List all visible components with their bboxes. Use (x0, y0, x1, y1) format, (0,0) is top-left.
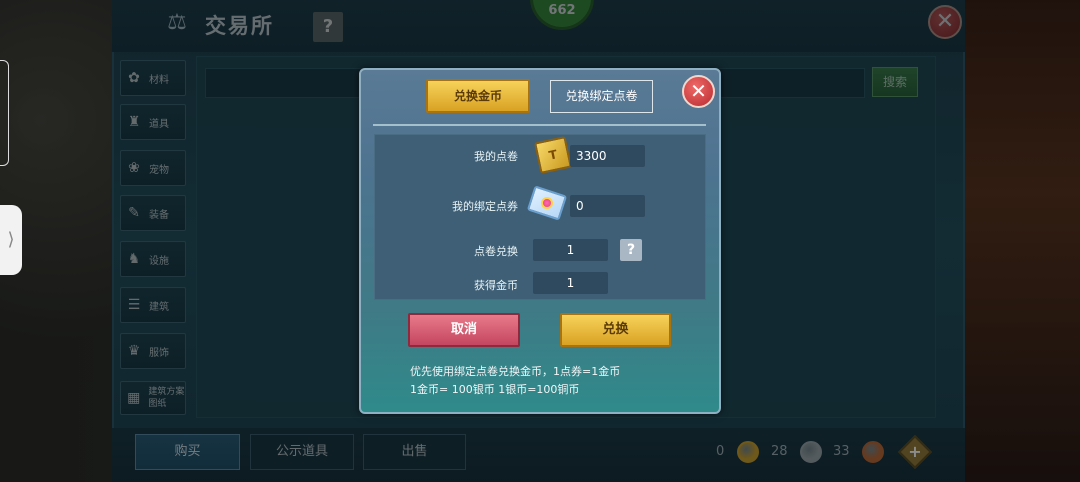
my-tickets-value: 3300 (570, 145, 645, 167)
tab-exchange-gold[interactable]: 兑换金币 (426, 79, 530, 113)
exchange-help-button[interactable]: ? (620, 239, 642, 261)
exchange-note-line1: 优先使用绑定点卷兑换金币，1点券=1金币 (410, 365, 621, 378)
close-dialog-button[interactable]: ✕ (682, 75, 715, 108)
exchange-amount-input[interactable]: 1 (533, 239, 608, 261)
bound-ticket-gem (541, 197, 553, 209)
my-tickets-label: 我的点卷 (474, 150, 518, 163)
edge-panel-handle[interactable]: ⟩ (0, 205, 22, 275)
edge-panel-outline (0, 60, 9, 166)
exchange-note-line2: 1金币= 100银币 1银币=100铜币 (410, 383, 580, 396)
cancel-button[interactable]: 取消 (408, 313, 520, 347)
exchange-button[interactable]: 兑换 (560, 313, 671, 347)
exchange-amount-label: 点卷兑换 (474, 245, 518, 258)
my-bound-tickets-value: 0 (570, 195, 645, 217)
gain-gold-label: 获得金币 (474, 279, 518, 292)
my-bound-tickets-label: 我的绑定点券 (452, 200, 518, 213)
divider (373, 124, 706, 126)
tab-exchange-bound-tickets[interactable]: 兑换绑定点卷 (550, 80, 653, 113)
gain-gold-value: 1 (533, 272, 608, 294)
ticket-icon: T (534, 136, 572, 174)
